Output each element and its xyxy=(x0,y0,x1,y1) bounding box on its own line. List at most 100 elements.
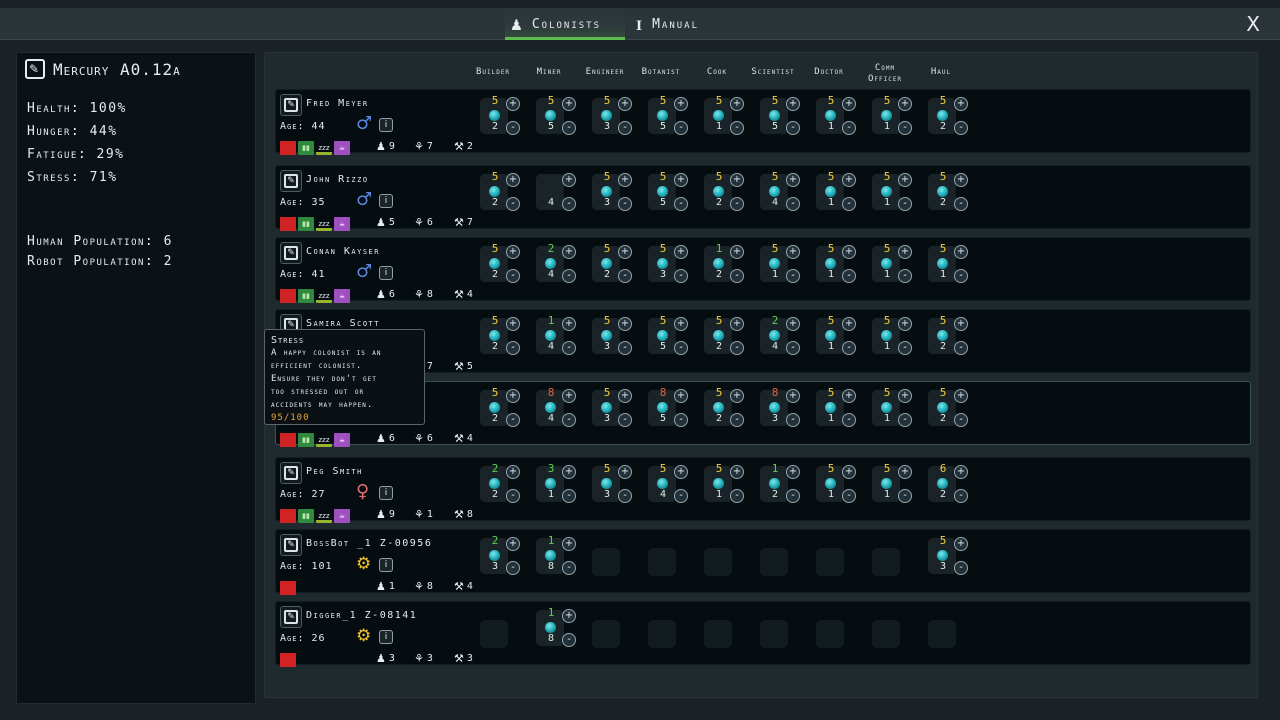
decrease-button[interactable]: - xyxy=(898,121,912,135)
decrease-button[interactable]: - xyxy=(730,197,744,211)
decrease-button[interactable]: - xyxy=(506,197,520,211)
edit-colonist-button[interactable]: ✎ xyxy=(280,170,302,192)
tab-colonists[interactable]: ♟ Colonists xyxy=(505,8,625,40)
increase-button[interactable]: + xyxy=(562,245,576,259)
increase-button[interactable]: + xyxy=(674,317,688,331)
decrease-button[interactable]: - xyxy=(786,197,800,211)
increase-button[interactable]: + xyxy=(730,465,744,479)
increase-button[interactable]: + xyxy=(954,245,968,259)
increase-button[interactable]: + xyxy=(506,537,520,551)
decrease-button[interactable]: - xyxy=(506,121,520,135)
decrease-button[interactable]: - xyxy=(618,197,632,211)
increase-button[interactable]: + xyxy=(898,389,912,403)
decrease-button[interactable]: - xyxy=(562,561,576,575)
increase-button[interactable]: + xyxy=(674,173,688,187)
decrease-button[interactable]: - xyxy=(842,121,856,135)
increase-button[interactable]: + xyxy=(562,389,576,403)
decrease-button[interactable]: - xyxy=(506,489,520,503)
tab-manual[interactable]: i Manual xyxy=(636,8,736,40)
decrease-button[interactable]: - xyxy=(674,269,688,283)
decrease-button[interactable]: - xyxy=(562,633,576,647)
increase-button[interactable]: + xyxy=(506,245,520,259)
increase-button[interactable]: + xyxy=(954,389,968,403)
increase-button[interactable]: + xyxy=(954,317,968,331)
increase-button[interactable]: + xyxy=(562,173,576,187)
increase-button[interactable]: + xyxy=(730,245,744,259)
decrease-button[interactable]: - xyxy=(898,269,912,283)
increase-button[interactable]: + xyxy=(786,245,800,259)
increase-button[interactable]: + xyxy=(506,97,520,111)
increase-button[interactable]: + xyxy=(786,389,800,403)
decrease-button[interactable]: - xyxy=(618,269,632,283)
decrease-button[interactable]: - xyxy=(842,269,856,283)
increase-button[interactable]: + xyxy=(842,317,856,331)
decrease-button[interactable]: - xyxy=(898,341,912,355)
decrease-button[interactable]: - xyxy=(842,341,856,355)
decrease-button[interactable]: - xyxy=(730,413,744,427)
increase-button[interactable]: + xyxy=(562,317,576,331)
decrease-button[interactable]: - xyxy=(562,269,576,283)
increase-button[interactable]: + xyxy=(674,245,688,259)
decrease-button[interactable]: - xyxy=(562,121,576,135)
increase-button[interactable]: + xyxy=(506,389,520,403)
info-button[interactable]: i xyxy=(379,194,393,208)
increase-button[interactable]: + xyxy=(786,317,800,331)
decrease-button[interactable]: - xyxy=(562,489,576,503)
edit-colonist-button[interactable]: ✎ xyxy=(280,462,302,484)
decrease-button[interactable]: - xyxy=(898,197,912,211)
increase-button[interactable]: + xyxy=(618,97,632,111)
decrease-button[interactable]: - xyxy=(786,121,800,135)
decrease-button[interactable]: - xyxy=(506,413,520,427)
increase-button[interactable]: + xyxy=(730,173,744,187)
colonist-row[interactable]: ✎ John Rizzo Age: 35 ♂ i ▮▮ zzz ☕ ♟ 5 ⚘ 6 ⚒ 7 5 2 + -4 + -5… xyxy=(275,165,1251,231)
colonist-row[interactable]: ✎ Peg Smith Age: 27 ♀ i ▮▮ zzz ☕ ♟ 9 ⚘ 1 ⚒ 8 2 2 + -3 1 + -5… xyxy=(275,457,1251,523)
increase-button[interactable]: + xyxy=(842,465,856,479)
increase-button[interactable]: + xyxy=(618,465,632,479)
decrease-button[interactable]: - xyxy=(674,489,688,503)
info-button[interactable]: i xyxy=(379,266,393,280)
decrease-button[interactable]: - xyxy=(562,197,576,211)
increase-button[interactable]: + xyxy=(674,465,688,479)
increase-button[interactable]: + xyxy=(506,465,520,479)
decrease-button[interactable]: - xyxy=(506,561,520,575)
decrease-button[interactable]: - xyxy=(954,121,968,135)
increase-button[interactable]: + xyxy=(898,245,912,259)
decrease-button[interactable]: - xyxy=(674,197,688,211)
decrease-button[interactable]: - xyxy=(786,341,800,355)
decrease-button[interactable]: - xyxy=(786,489,800,503)
decrease-button[interactable]: - xyxy=(898,413,912,427)
decrease-button[interactable]: - xyxy=(674,121,688,135)
decrease-button[interactable]: - xyxy=(954,413,968,427)
increase-button[interactable]: + xyxy=(730,97,744,111)
increase-button[interactable]: + xyxy=(618,389,632,403)
edit-colonist-button[interactable]: ✎ xyxy=(280,242,302,264)
increase-button[interactable]: + xyxy=(842,245,856,259)
colonist-row[interactable]: ✎ BossBot _1 Z-00956 Age: 101 ⚙ i ♟ 1 ⚘ 8 ⚒ 4 2 3 + -1… xyxy=(275,529,1251,595)
increase-button[interactable]: + xyxy=(786,465,800,479)
increase-button[interactable]: + xyxy=(562,609,576,623)
increase-button[interactable]: + xyxy=(898,173,912,187)
increase-button[interactable]: + xyxy=(898,465,912,479)
increase-button[interactable]: + xyxy=(674,97,688,111)
decrease-button[interactable]: - xyxy=(954,561,968,575)
edit-icon[interactable]: ✎ xyxy=(25,59,45,79)
increase-button[interactable]: + xyxy=(842,389,856,403)
increase-button[interactable]: + xyxy=(786,173,800,187)
decrease-button[interactable]: - xyxy=(842,197,856,211)
close-button[interactable]: X xyxy=(1246,12,1260,36)
increase-button[interactable]: + xyxy=(618,245,632,259)
increase-button[interactable]: + xyxy=(730,389,744,403)
colonist-row[interactable]: ✎ Digger_1 Z-08141 Age: 26 ⚙ i ♟ 3 ⚘ 3 ⚒ 3 1 8 + - xyxy=(275,601,1251,667)
increase-button[interactable]: + xyxy=(730,317,744,331)
increase-button[interactable]: + xyxy=(562,465,576,479)
increase-button[interactable]: + xyxy=(618,173,632,187)
decrease-button[interactable]: - xyxy=(618,121,632,135)
decrease-button[interactable]: - xyxy=(954,341,968,355)
info-button[interactable]: i xyxy=(379,558,393,572)
increase-button[interactable]: + xyxy=(954,465,968,479)
edit-colonist-button[interactable]: ✎ xyxy=(280,94,302,116)
decrease-button[interactable]: - xyxy=(506,341,520,355)
info-button[interactable]: i xyxy=(379,486,393,500)
decrease-button[interactable]: - xyxy=(730,121,744,135)
increase-button[interactable]: + xyxy=(562,537,576,551)
